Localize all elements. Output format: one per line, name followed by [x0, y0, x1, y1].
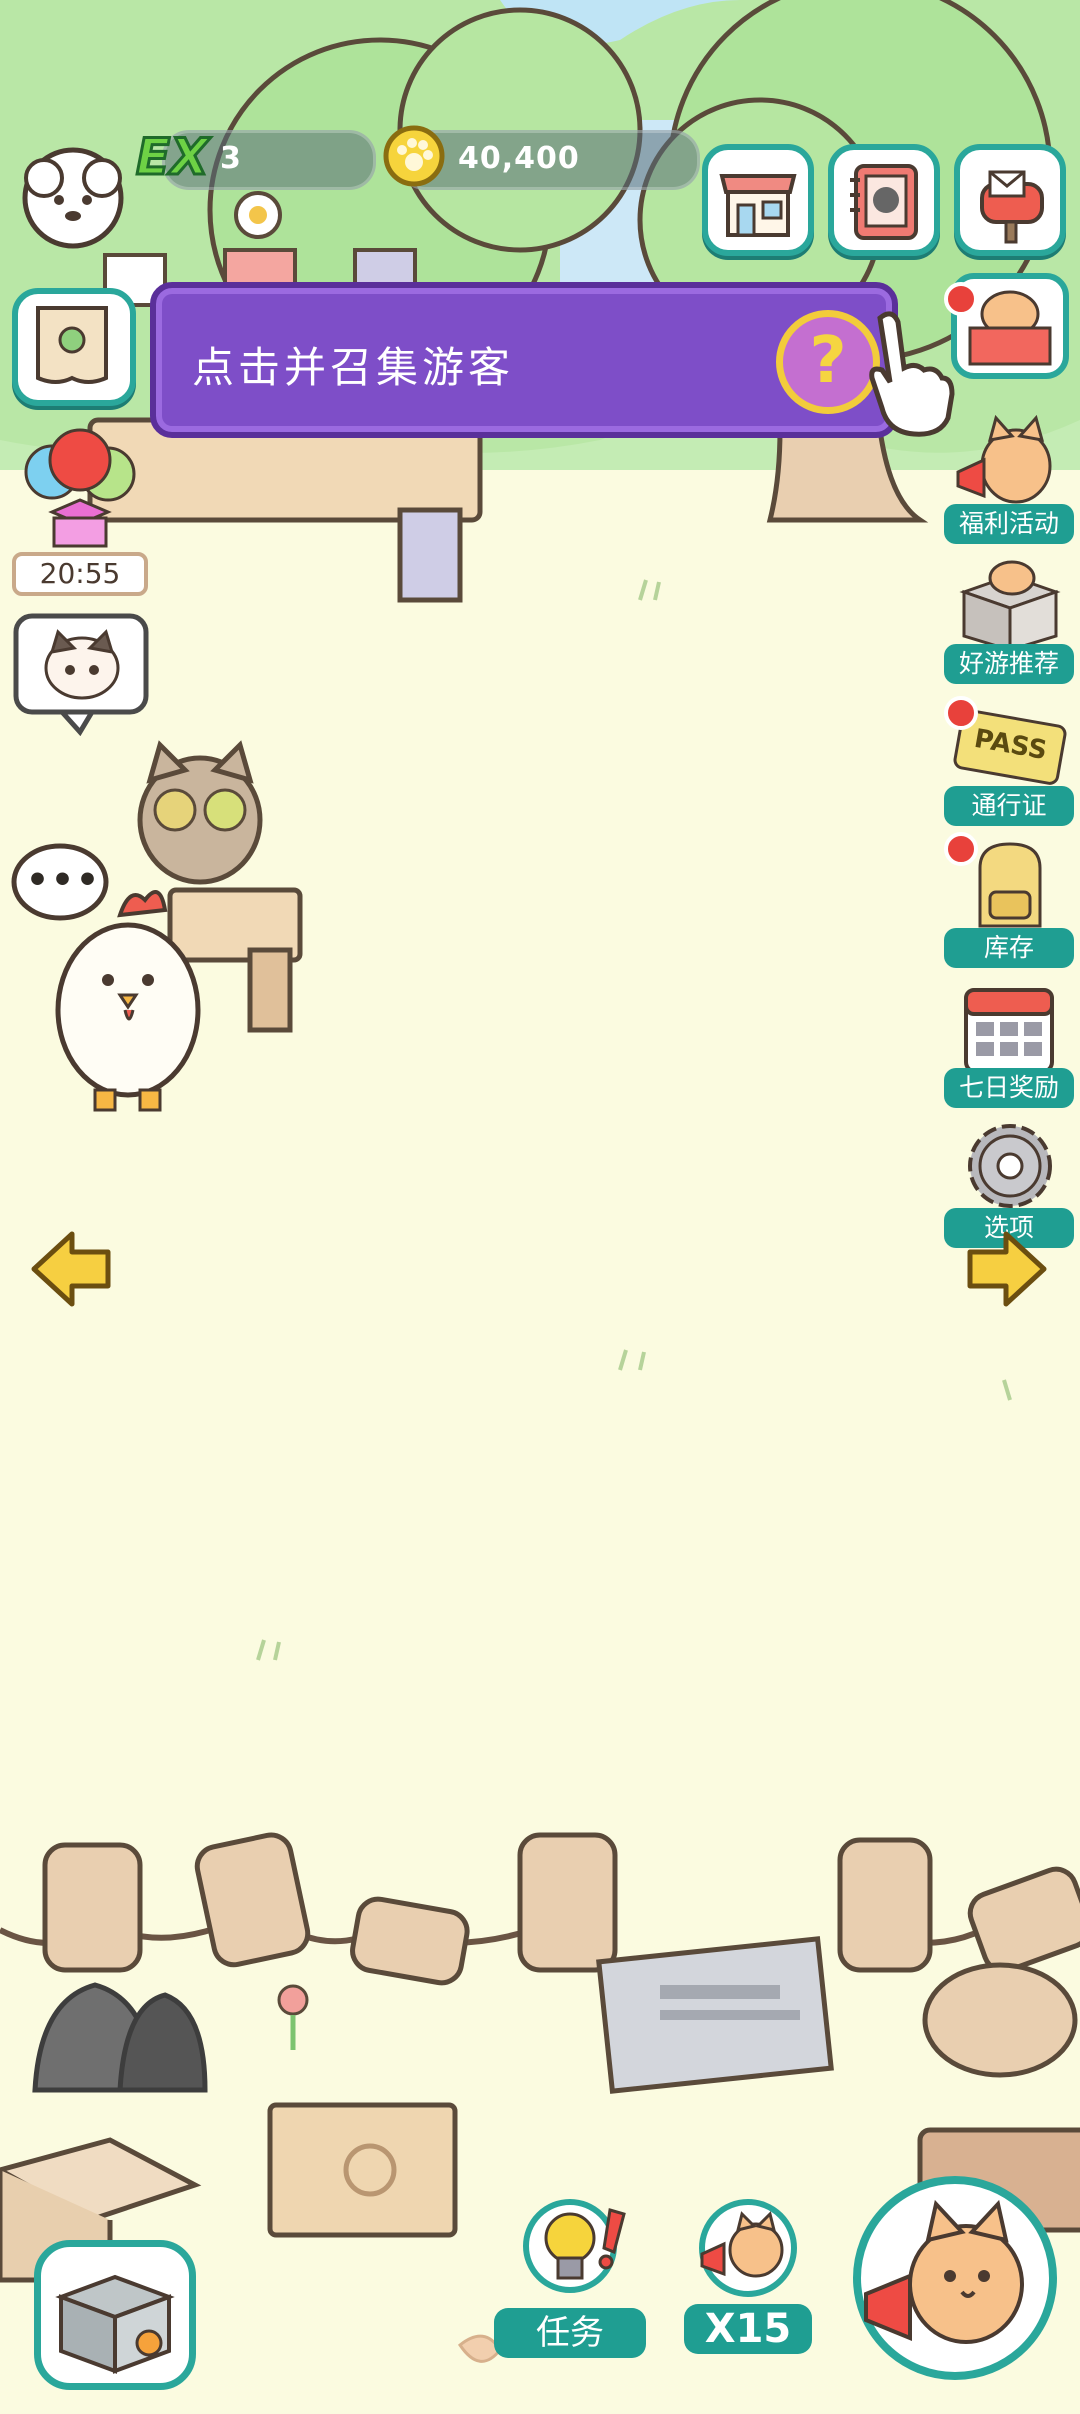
- cat-chat-button[interactable]: [12, 612, 150, 737]
- cat-megaphone-icon: [956, 414, 1052, 504]
- multiplier-label[interactable]: X15: [684, 2304, 812, 2354]
- event-timer: 20:55: [12, 552, 148, 596]
- scroll-right-arrow[interactable]: [966, 1230, 1048, 1308]
- arrow-left-icon: [31, 1231, 111, 1307]
- level-badge: EX: [135, 127, 211, 188]
- summon-tourists-button[interactable]: [850, 2168, 1060, 2384]
- pointing-hand-icon: [860, 308, 956, 438]
- cat-megaphone-large-icon: [853, 2176, 1057, 2380]
- notification-dot: [944, 282, 978, 316]
- tutorial-text: 点击并召集游客: [192, 343, 515, 392]
- cat-speech-icon: [13, 613, 149, 737]
- level-value: 3: [220, 141, 242, 176]
- cat-album-icon: [850, 164, 918, 240]
- recommend-label: 好游推荐: [944, 644, 1074, 684]
- welfare-label: 福利活动: [944, 504, 1074, 544]
- cardboard-box-icon: [55, 2274, 175, 2374]
- balloon-gift-button[interactable]: [12, 420, 148, 550]
- arrow-right-icon: [967, 1231, 1047, 1307]
- mailbox-icon: [980, 170, 1044, 244]
- player-avatar[interactable]: [14, 138, 132, 250]
- album-button[interactable]: [828, 144, 940, 256]
- welfare-button[interactable]: 福利活动: [944, 408, 1074, 544]
- treasure-map-icon: [36, 306, 108, 384]
- seven-day-label: 七日奖励: [944, 1068, 1074, 1108]
- notification-dot: [944, 832, 978, 866]
- paw-coin-icon: [382, 124, 446, 188]
- calendar-icon: [964, 988, 1054, 1074]
- chicken-speech-bubble[interactable]: •••: [26, 860, 101, 901]
- tutorial-banner[interactable]: 点击并召集游客 ?: [150, 282, 898, 438]
- cat-package-icon: [959, 560, 1061, 653]
- pass-label: 通行证: [944, 786, 1074, 826]
- shop-icon: [719, 174, 797, 237]
- storage-box-button[interactable]: [34, 2240, 196, 2390]
- tasks-label[interactable]: 任务: [494, 2308, 646, 2358]
- notification-dot: [944, 696, 978, 730]
- coins-value: 40,400: [458, 141, 580, 176]
- shop-button[interactable]: [702, 144, 814, 256]
- inventory-label: 库存: [944, 928, 1074, 968]
- map-button[interactable]: [12, 288, 136, 406]
- seven-day-button[interactable]: 七日奖励: [944, 972, 1074, 1108]
- inventory-button[interactable]: 库存: [944, 830, 1074, 968]
- gear-icon: [968, 1124, 1052, 1208]
- cat-megaphone-icon: [699, 2199, 797, 2297]
- cat-box-button[interactable]: [944, 270, 1074, 390]
- mail-button[interactable]: [954, 144, 1066, 256]
- options-button[interactable]: 选项: [944, 1112, 1074, 1248]
- balloon-gift-icon: [24, 428, 136, 548]
- lightbulb-icon: [523, 2199, 626, 2293]
- pass-button[interactable]: PASS 通行证: [944, 692, 1074, 826]
- recommend-button[interactable]: 好游推荐: [944, 548, 1074, 684]
- scroll-left-arrow[interactable]: [30, 1230, 112, 1308]
